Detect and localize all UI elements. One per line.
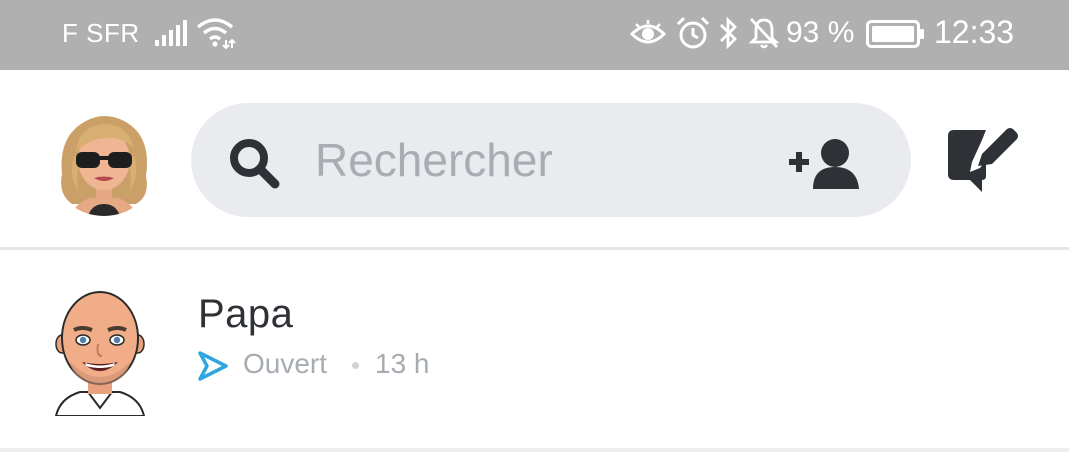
contact-name: Papa bbox=[198, 292, 294, 336]
signal-icon bbox=[154, 18, 188, 53]
search-input[interactable] bbox=[315, 131, 775, 189]
message-status: Ouvert bbox=[243, 348, 328, 379]
clock: 12:33 bbox=[934, 14, 1015, 50]
add-friend-icon[interactable] bbox=[787, 137, 867, 196]
conversation-row[interactable]: Papa Ouvert 13 h bbox=[0, 250, 1069, 448]
carrier-name: F SFR bbox=[62, 18, 140, 48]
wifi-icon bbox=[196, 16, 238, 55]
row-divider bbox=[0, 448, 1069, 452]
status-bar: F SFR 93 % 12:33 bbox=[0, 0, 1069, 70]
search-bar[interactable] bbox=[191, 103, 911, 217]
search-icon[interactable] bbox=[227, 136, 283, 197]
new-chat-icon[interactable] bbox=[946, 126, 1022, 199]
contact-avatar[interactable] bbox=[50, 286, 150, 417]
battery-percent: 93 % bbox=[786, 16, 855, 49]
avatar[interactable] bbox=[48, 104, 160, 216]
battery-icon bbox=[866, 20, 926, 53]
notifications-off-icon bbox=[748, 16, 780, 55]
bluetooth-icon bbox=[718, 16, 740, 55]
sent-arrow-icon bbox=[197, 350, 229, 387]
alarm-icon bbox=[676, 16, 710, 55]
message-time: 13 h bbox=[375, 348, 430, 379]
separator-dot bbox=[352, 362, 359, 369]
eye-icon bbox=[629, 20, 667, 53]
